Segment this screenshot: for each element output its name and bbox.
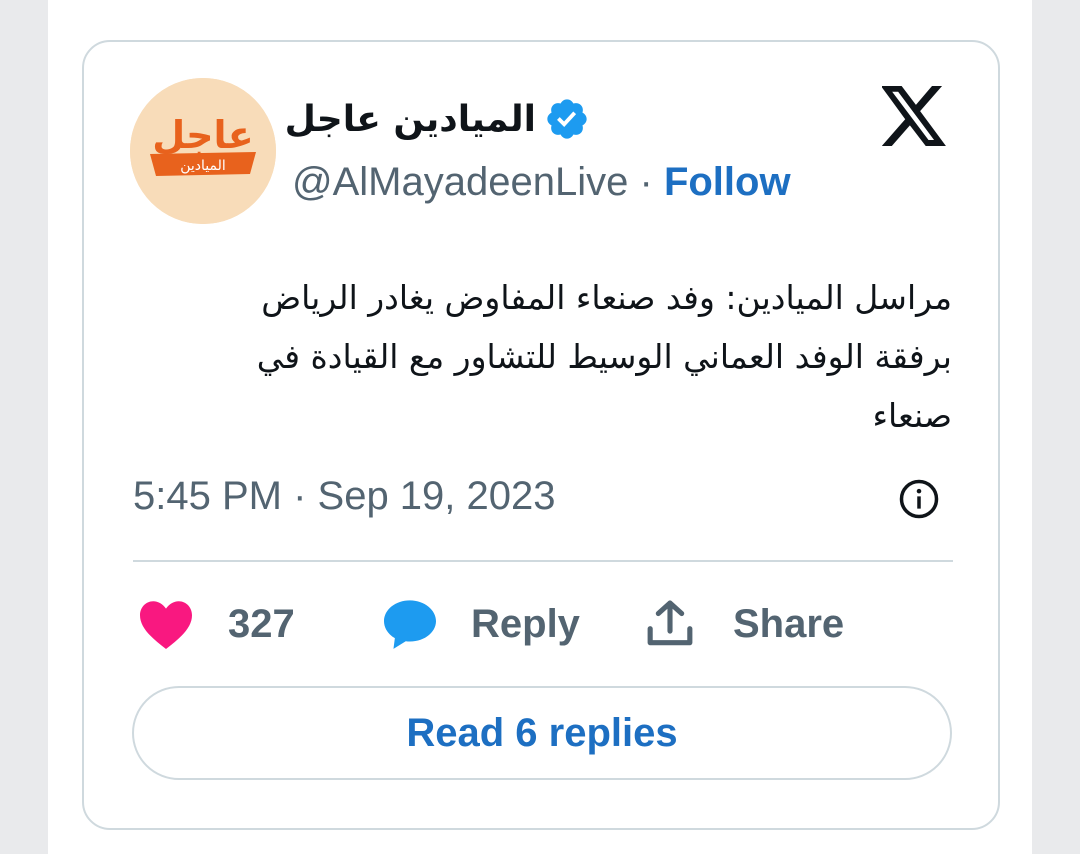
avatar-logo-subtext: الميادين <box>180 158 226 174</box>
info-icon[interactable] <box>898 478 940 520</box>
author-display-name[interactable]: الميادين عاجل <box>285 99 536 140</box>
verified-badge-icon <box>547 99 587 139</box>
reply-label: Reply <box>471 601 580 646</box>
follow-button[interactable]: Follow <box>664 160 791 204</box>
author-handle[interactable]: @AlMayadeenLive <box>292 160 628 204</box>
like-button[interactable]: 327 <box>137 594 295 654</box>
tweet-text: مراسل الميادين: وفد صنعاء المفاوض يغادر … <box>256 278 952 435</box>
share-label: Share <box>733 601 845 646</box>
share-button[interactable]: Share <box>639 594 844 654</box>
avatar[interactable]: عاجل الميادين <box>130 78 276 224</box>
avatar-logo-text: عاجل <box>152 113 254 157</box>
author-handle-row: @AlMayadeenLive · Follow <box>292 160 791 205</box>
reply-bubble-icon <box>384 600 436 649</box>
action-bar: 327 Reply Share <box>133 594 953 654</box>
author-name-row: الميادين عاجل <box>285 96 590 142</box>
divider <box>133 560 953 562</box>
x-logo-icon[interactable] <box>882 86 948 146</box>
read-replies-button[interactable]: Read 6 replies <box>132 686 952 780</box>
reply-button[interactable]: Reply <box>381 594 580 654</box>
handle-separator: · <box>639 160 653 204</box>
like-count: 327 <box>228 601 295 646</box>
share-icon <box>647 600 693 646</box>
read-replies-label: Read 6 replies <box>406 710 678 755</box>
avatar-logo: عاجل الميادين <box>130 78 276 224</box>
tweet-timestamp[interactable]: 5:45 PM · Sep 19, 2023 <box>133 474 556 519</box>
heart-icon <box>140 601 192 650</box>
